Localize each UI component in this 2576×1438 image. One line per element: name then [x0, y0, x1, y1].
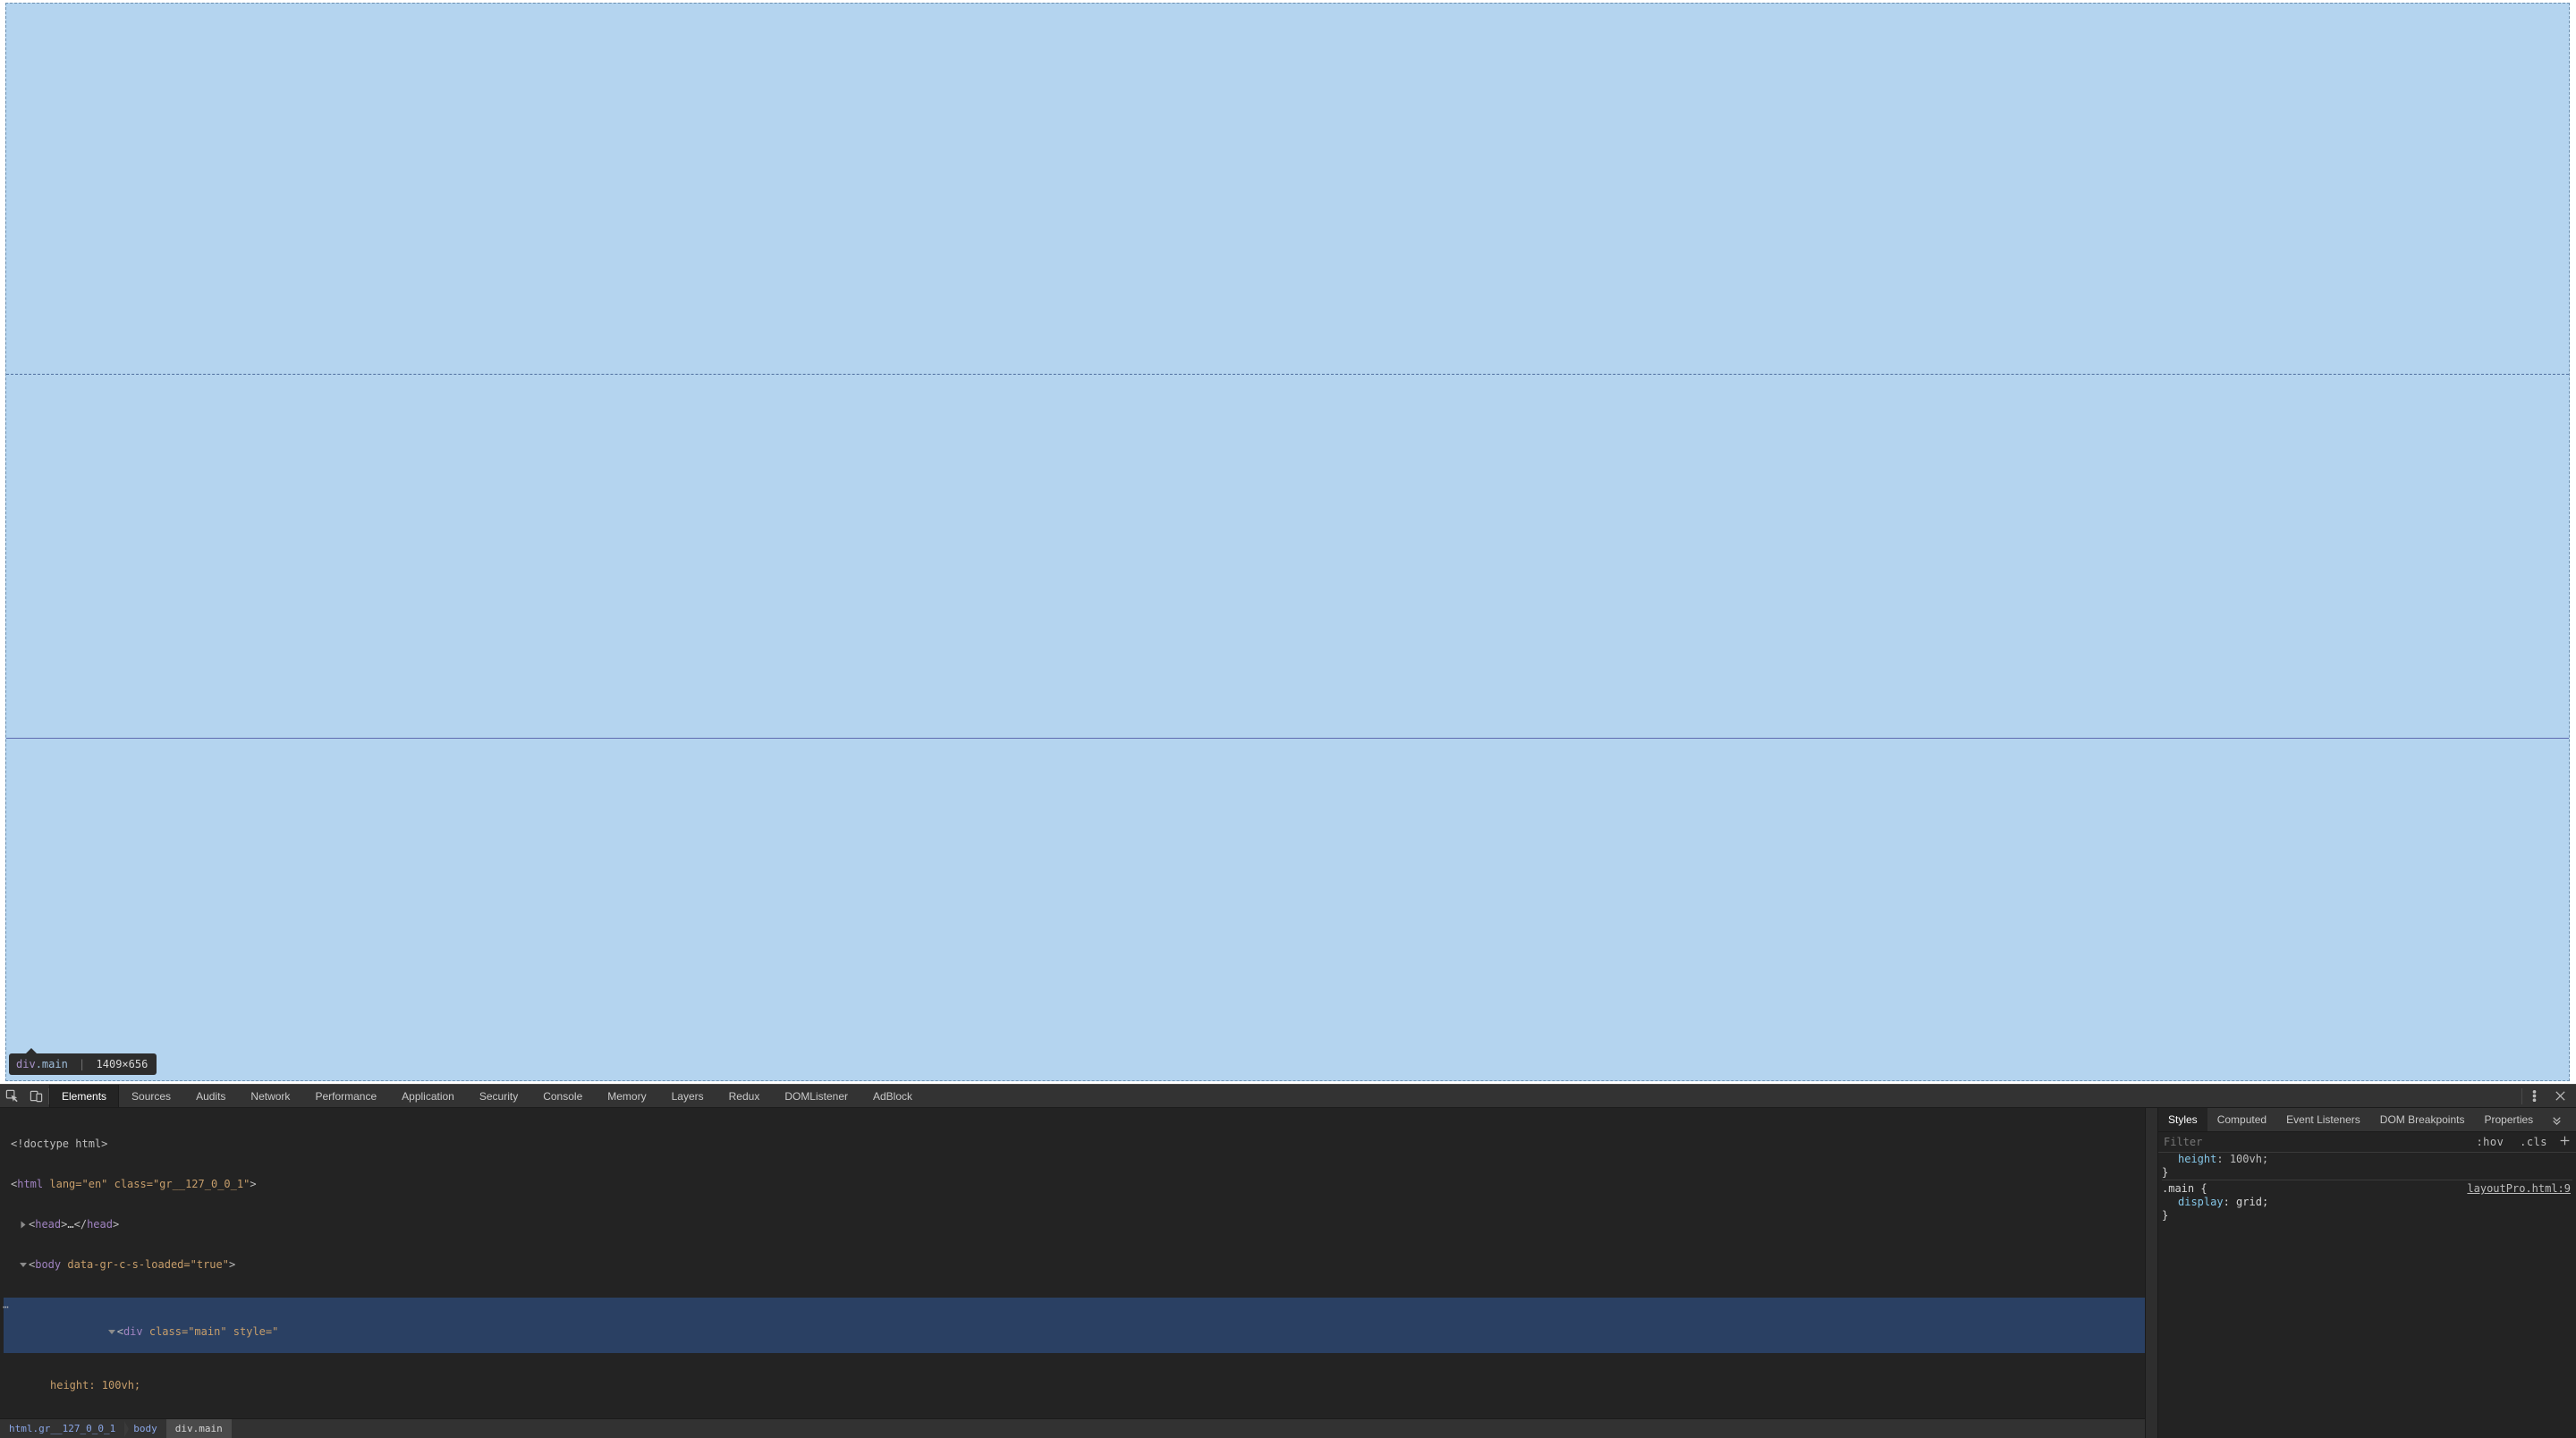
styles-panel: Styles Computed Event Listeners DOM Brea… — [2157, 1108, 2576, 1438]
tab-redux[interactable]: Redux — [716, 1085, 773, 1107]
new-style-rule-icon[interactable] — [2559, 1135, 2571, 1149]
styles-overflow-icon[interactable] — [2545, 1108, 2569, 1132]
styles-rule-declaration[interactable]: display: grid; — [2162, 1196, 2572, 1209]
tab-performance[interactable]: Performance — [302, 1085, 389, 1107]
styles-rule-close-2: } — [2162, 1209, 2572, 1222]
styles-tab-dom-breakpoints[interactable]: DOM Breakpoints — [2370, 1108, 2475, 1131]
collapse-caret-icon[interactable] — [108, 1330, 115, 1334]
tooltip-arrow — [25, 1048, 38, 1054]
more-menu-icon[interactable] — [2522, 1084, 2546, 1108]
dom-doctype[interactable]: <!doctype html> — [4, 1137, 2145, 1152]
styles-tabs: Styles Computed Event Listeners DOM Brea… — [2158, 1108, 2576, 1132]
crumb-html[interactable]: html.gr__127_0_0_1 — [0, 1419, 124, 1438]
tab-application[interactable]: Application — [389, 1085, 467, 1107]
element-dimensions-tooltip: div.main | 1409×656 — [9, 1053, 157, 1075]
tab-layers[interactable]: Layers — [659, 1085, 716, 1107]
tab-domlistener[interactable]: DOMListener — [772, 1085, 860, 1107]
tab-elements[interactable]: Elements — [49, 1085, 119, 1107]
tooltip-class: .main — [36, 1058, 68, 1070]
styles-tab-properties[interactable]: Properties — [2474, 1108, 2543, 1131]
styles-tab-event-listeners[interactable]: Event Listeners — [2276, 1108, 2370, 1131]
device-toolbar-icon[interactable] — [24, 1084, 48, 1108]
styles-rule-truncated[interactable]: height: 100vh; — [2162, 1153, 2572, 1166]
styles-tab-computed[interactable]: Computed — [2207, 1108, 2276, 1131]
crumb-div-main[interactable]: div.main — [166, 1419, 232, 1438]
inspected-element-overlay — [5, 3, 2570, 1081]
devtools-tabs: Elements Sources Audits Network Performa… — [49, 1085, 925, 1107]
cls-toggle[interactable]: .cls — [2520, 1136, 2547, 1148]
tooltip-tag: div — [16, 1058, 36, 1070]
tab-security[interactable]: Security — [467, 1085, 530, 1107]
dom-breadcrumb: html.gr__127_0_0_1 body div.main — [0, 1418, 2145, 1438]
dom-tree-panel[interactable]: <!doctype html> <html lang="en" class="g… — [0, 1108, 2145, 1438]
close-devtools-icon[interactable] — [2548, 1084, 2572, 1108]
styles-filter-input[interactable] — [2164, 1136, 2471, 1148]
styles-rule-selector[interactable]: .main { layoutPro.html:9 — [2162, 1180, 2572, 1196]
devtools-panel: Elements Sources Audits Network Performa… — [0, 1084, 2576, 1438]
tab-audits[interactable]: Audits — [183, 1085, 238, 1107]
hov-toggle[interactable]: :hov — [2476, 1136, 2504, 1148]
tab-adblock[interactable]: AdBlock — [860, 1085, 925, 1107]
viewport-scrollbar[interactable] — [2570, 0, 2576, 1084]
styles-tab-styles[interactable]: Styles — [2158, 1108, 2207, 1131]
collapse-caret-icon[interactable] — [20, 1263, 27, 1267]
styles-filter-row: :hov .cls — [2158, 1132, 2576, 1153]
dom-style-line[interactable]: height: 100vh; — [4, 1378, 2145, 1393]
tab-console[interactable]: Console — [530, 1085, 595, 1107]
dom-div-main[interactable]: ⋯ <div class="main" style=" — [4, 1298, 2145, 1353]
inspect-element-icon[interactable] — [0, 1084, 24, 1108]
tooltip-separator: | — [79, 1058, 85, 1070]
dom-html[interactable]: <html lang="en" class="gr__127_0_0_1"> — [4, 1177, 2145, 1192]
crumb-body[interactable]: body — [124, 1419, 166, 1438]
tooltip-dimensions: 1409×656 — [97, 1058, 148, 1070]
dom-head[interactable]: <head>…</head> — [4, 1217, 2145, 1232]
selected-marker-icon: ⋯ — [3, 1300, 8, 1314]
dom-scrollbar[interactable] — [2145, 1108, 2157, 1438]
page-viewport[interactable]: div.main | 1409×656 — [0, 0, 2576, 1084]
dom-body[interactable]: <body data-gr-c-s-loaded="true"> — [4, 1257, 2145, 1273]
tab-sources[interactable]: Sources — [119, 1085, 183, 1107]
grid-row-line-1 — [6, 374, 2569, 375]
tab-memory[interactable]: Memory — [595, 1085, 658, 1107]
styles-rule-source-link[interactable]: layoutPro.html:9 — [2467, 1182, 2571, 1196]
devtools-tabbar: Elements Sources Audits Network Performa… — [0, 1084, 2576, 1108]
tab-network[interactable]: Network — [238, 1085, 302, 1107]
expand-caret-icon[interactable] — [21, 1222, 26, 1229]
styles-rule-close: } — [2162, 1166, 2572, 1180]
grid-row-line-2 — [6, 738, 2569, 739]
